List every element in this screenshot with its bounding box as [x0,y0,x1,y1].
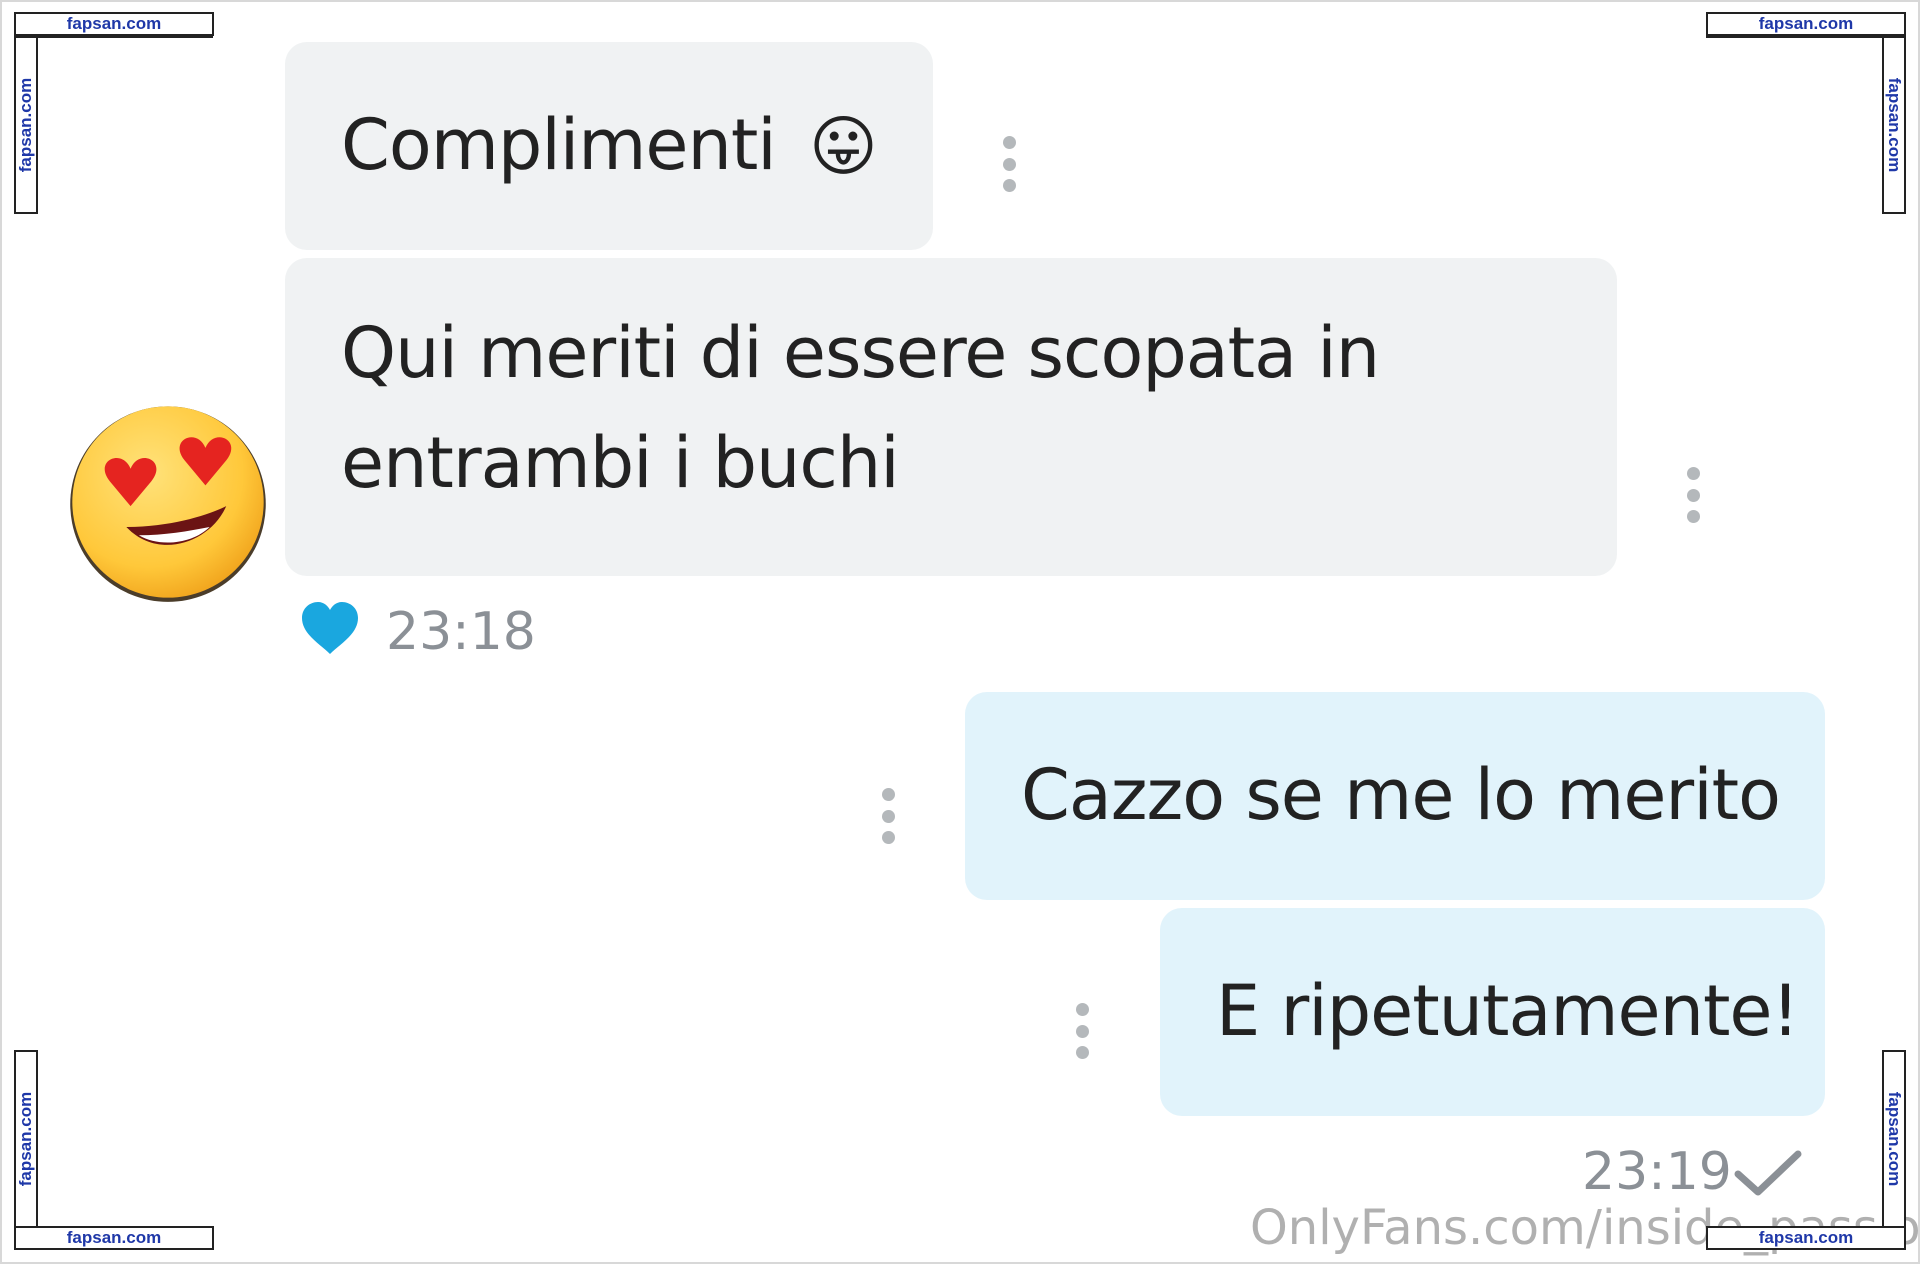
corner-bracket [36,1050,38,1228]
message-bubble-outgoing[interactable]: E ripetutamente! [1160,908,1825,1116]
message-bubble-outgoing[interactable]: Cazzo se me lo merito [965,692,1825,900]
message-timestamp: 23:18 [386,602,536,662]
corner-bracket [1706,1226,1884,1228]
message-text: Cazzo se me lo merito [1021,754,1781,836]
corner-bracket [1706,36,1884,38]
corner-bracket [36,1226,214,1228]
message-options-icon[interactable] [1686,467,1700,523]
avatar: 😍 [64,398,272,606]
fapsan-watermark-badge: fapsan.com [1706,1226,1906,1250]
message-text: E ripetutamente! [1216,970,1800,1052]
message-options-icon[interactable] [1002,136,1016,192]
fapsan-watermark-badge-vertical: fapsan.com [1882,1050,1906,1228]
fapsan-watermark-badge: fapsan.com [14,1226,214,1250]
corner-bracket [1882,36,1884,212]
message-text-line: entrambi i buchi [341,422,900,504]
fapsan-watermark-badge-vertical: fapsan.com [14,1050,38,1228]
message-bubble-incoming[interactable]: Qui meriti di essere scopata in entrambi… [285,258,1617,576]
corner-bracket [36,36,38,212]
message-bubble-incoming[interactable]: Complimenti 😛 [285,42,933,250]
fapsan-watermark-badge-vertical: fapsan.com [1882,36,1906,214]
fapsan-watermark-badge-vertical: fapsan.com [14,36,38,214]
message-text: Complimenti [341,104,777,186]
corner-bracket [1882,1050,1884,1228]
fapsan-watermark-badge: fapsan.com [1706,12,1906,36]
message-timestamp: 23:19 [1582,1142,1732,1202]
heart-reaction-icon[interactable] [300,600,360,656]
corner-bracket [36,36,213,38]
message-options-icon[interactable] [881,788,895,844]
message-options-icon[interactable] [1075,1003,1089,1059]
tongue-emoji-icon: 😛 [809,108,878,185]
checkmark-icon [1732,1148,1804,1198]
fapsan-watermark-badge: fapsan.com [14,12,214,36]
heart-eyes-emoji-icon [70,406,266,602]
message-text-line: Qui meriti di essere scopata in [341,312,1380,394]
